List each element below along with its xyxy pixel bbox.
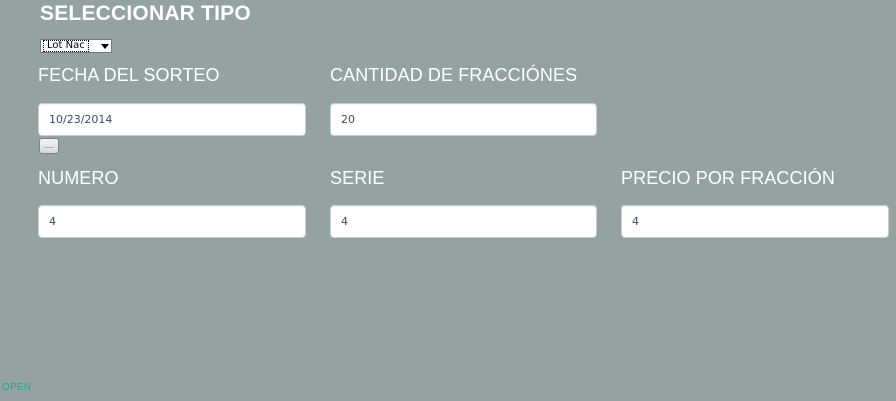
serie-label: SERIE [330,168,385,188]
fecha-label: FECHA DEL SORTEO [38,65,220,85]
fecha-input[interactable]: 10/23/2014 [38,103,306,136]
numero-label: NUMERO [38,168,119,188]
cantidad-label: CANTIDAD DE FRACCIÓNES [330,65,578,85]
precio-input[interactable]: 4 [621,205,889,238]
cantidad-input[interactable]: 20 [330,103,597,136]
type-select-value: Lot Nac [43,40,89,52]
type-select[interactable]: Lot Nac [40,39,112,53]
precio-label: PRECIO POR FRACCIÓN [621,168,835,188]
numero-input[interactable]: 4 [38,205,306,238]
open-link[interactable]: OPEN [2,382,31,393]
page-title: SELECCIONAR TIPO [40,2,251,25]
serie-input[interactable]: 4 [330,205,597,238]
chevron-down-icon [101,44,109,49]
calendar-button[interactable] [39,138,59,154]
calendar-icon [44,147,54,148]
